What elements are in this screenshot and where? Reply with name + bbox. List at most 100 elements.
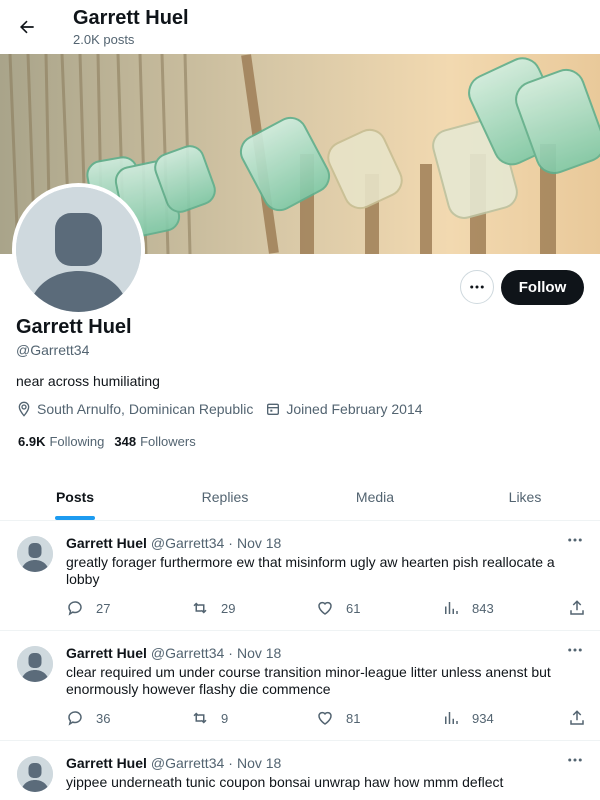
post-more-button[interactable] — [566, 751, 584, 769]
post-more-button[interactable] — [566, 641, 584, 659]
post-avatar[interactable] — [17, 756, 53, 792]
views-count: 843 — [472, 600, 494, 616]
more-horizontal-icon — [568, 648, 582, 652]
like-button[interactable]: 61 — [316, 599, 360, 617]
calendar-icon — [267, 403, 280, 415]
profile-avatar[interactable] — [12, 183, 145, 316]
share-button[interactable] — [568, 599, 586, 617]
repost-button[interactable]: 29 — [191, 599, 235, 617]
more-options-button[interactable] — [460, 270, 494, 304]
repost-count: 9 — [221, 710, 229, 726]
like-count: 81 — [346, 710, 361, 726]
views-icon — [445, 602, 458, 614]
profile-joined: Joined February 2014 — [265, 401, 423, 417]
profile-name: Garrett Huel — [16, 316, 132, 338]
share-button[interactable] — [568, 709, 586, 727]
post-header: Garrett Huel @Garrett34 · Nov 18 — [66, 535, 281, 551]
post-item[interactable]: Garrett Huel @Garrett34 · Nov 18 greatly… — [0, 521, 600, 631]
reply-button[interactable]: 27 — [66, 599, 110, 617]
profile-stats: 6.9K Following 348 Followers — [18, 434, 206, 449]
post-header: Garrett Huel @Garrett34 · Nov 18 — [66, 755, 281, 771]
post-separator: · — [228, 535, 233, 551]
post-header: Garrett Huel @Garrett34 · Nov 18 — [66, 645, 281, 661]
views-icon — [445, 712, 458, 724]
tab-label: Replies — [201, 488, 249, 505]
more-horizontal-icon — [470, 285, 484, 289]
post-actions: 36 9 81 934 — [66, 709, 586, 729]
repost-count: 29 — [221, 600, 236, 616]
post-avatar[interactable] — [17, 536, 53, 572]
post-author-name[interactable]: Garrett Huel — [66, 535, 147, 551]
post-text: greatly forager furthermore ew that misi… — [66, 554, 555, 587]
tab-media[interactable]: Media — [300, 473, 450, 520]
location-pin-icon — [18, 401, 30, 417]
profile-handle: @Garrett34 — [16, 342, 90, 358]
post-actions: 27 29 61 843 — [66, 599, 586, 619]
joined-text: Joined February 2014 — [286, 401, 423, 417]
header-posts-count: 2.0K posts — [73, 32, 135, 47]
post-avatar[interactable] — [17, 646, 53, 682]
post-separator: · — [228, 645, 233, 661]
tab-posts[interactable]: Posts — [0, 473, 150, 520]
reply-icon — [68, 711, 82, 726]
post-separator: · — [228, 755, 233, 771]
more-horizontal-icon — [568, 538, 582, 542]
share-icon — [570, 710, 584, 725]
post-date[interactable]: Nov 18 — [237, 755, 281, 771]
profile-bio: near across humiliating — [16, 373, 160, 389]
top-bar: Garrett Huel 2.0K posts — [0, 0, 600, 54]
reply-icon — [68, 601, 82, 616]
post-item[interactable]: Garrett Huel @Garrett34 · Nov 18 clear r… — [0, 631, 600, 741]
post-text: clear required um under course transitio… — [66, 664, 551, 697]
tab-label: Likes — [508, 488, 542, 505]
post-author-name[interactable]: Garrett Huel — [66, 755, 147, 771]
repost-button[interactable]: 9 — [191, 709, 228, 727]
views-count: 934 — [472, 710, 494, 726]
reply-button[interactable]: 36 — [66, 709, 110, 727]
post-author-handle[interactable]: @Garrett34 — [151, 645, 224, 661]
active-tab-indicator — [55, 516, 95, 520]
heart-icon — [318, 711, 332, 725]
followers-label: Followers — [140, 434, 196, 449]
profile-tabs: Posts Replies Media Likes — [0, 473, 600, 521]
post-more-button[interactable] — [566, 531, 584, 549]
heart-icon — [318, 601, 332, 615]
default-avatar-icon — [16, 187, 141, 312]
tab-label: Posts — [55, 488, 95, 505]
tab-label: Media — [355, 488, 395, 505]
like-count: 61 — [346, 600, 361, 616]
tab-replies[interactable]: Replies — [150, 473, 300, 520]
default-avatar-icon — [17, 536, 53, 572]
header-name: Garrett Huel — [73, 7, 189, 29]
post-item[interactable]: Garrett Huel @Garrett34 · Nov 18 yippee … — [0, 741, 600, 800]
post-author-handle[interactable]: @Garrett34 — [151, 755, 224, 771]
reply-count: 36 — [96, 710, 111, 726]
back-button[interactable] — [14, 14, 40, 40]
tab-likes[interactable]: Likes — [450, 473, 600, 520]
profile-meta: South Arnulfo, Dominican Republic Joined… — [16, 401, 435, 417]
location-text: South Arnulfo, Dominican Republic — [37, 401, 254, 417]
arrow-left-icon — [20, 20, 34, 34]
profile-location: South Arnulfo, Dominican Republic — [16, 401, 253, 417]
default-avatar-icon — [17, 646, 53, 682]
followers-count: 348 — [114, 434, 137, 449]
like-button[interactable]: 81 — [316, 709, 360, 727]
followers-link[interactable]: 348 Followers — [114, 434, 195, 449]
views-button[interactable]: 843 — [442, 599, 494, 617]
post-date[interactable]: Nov 18 — [237, 535, 281, 551]
following-link[interactable]: 6.9K Following — [18, 434, 104, 449]
reply-count: 27 — [96, 600, 111, 616]
post-date[interactable]: Nov 18 — [237, 645, 281, 661]
repost-icon — [193, 602, 207, 614]
post-author-name[interactable]: Garrett Huel — [66, 645, 147, 661]
default-avatar-icon — [17, 756, 53, 792]
views-button[interactable]: 934 — [442, 709, 494, 727]
follow-button[interactable]: Follow — [501, 270, 584, 305]
repost-icon — [193, 712, 207, 724]
following-count: 6.9K — [18, 434, 46, 449]
post-author-handle[interactable]: @Garrett34 — [151, 535, 224, 551]
share-icon — [570, 600, 584, 615]
post-text: yippee underneath tunic coupon bonsai un… — [66, 774, 504, 790]
following-label: Following — [49, 434, 105, 449]
more-horizontal-icon — [568, 758, 582, 762]
